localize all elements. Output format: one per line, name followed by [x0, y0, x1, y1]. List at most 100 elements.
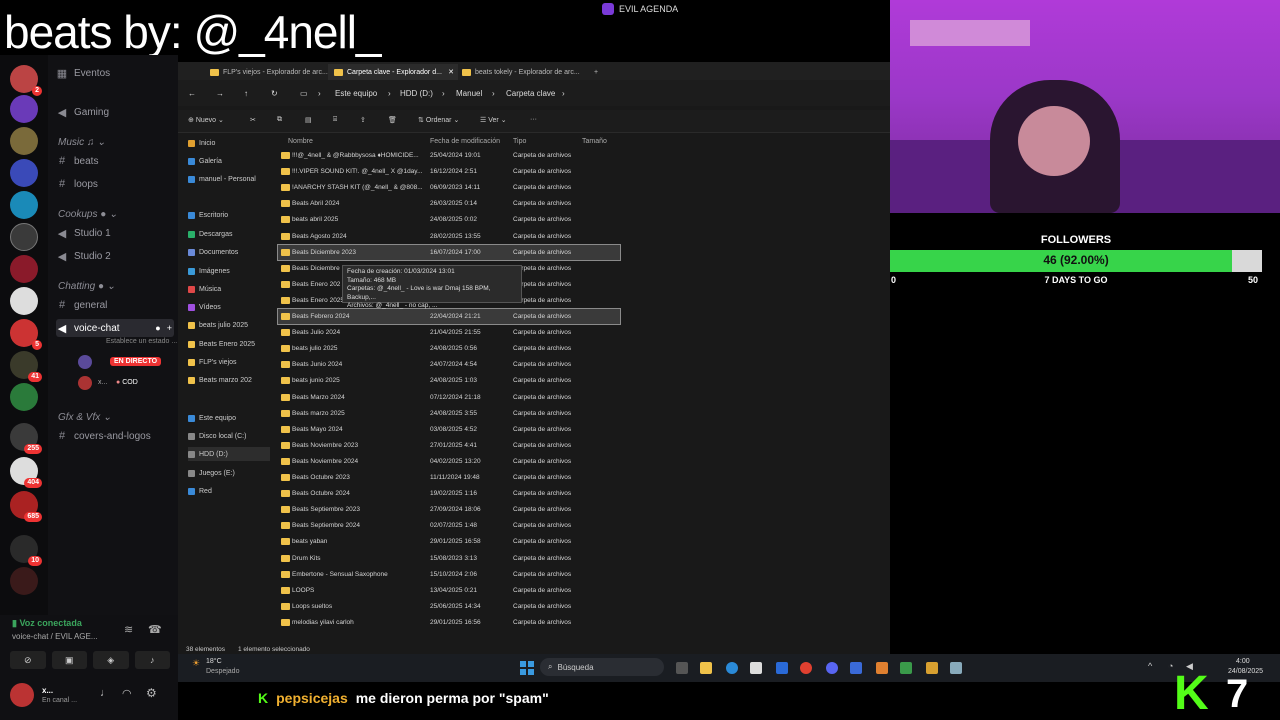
file-row[interactable]: Drum Kits 15/08/2023 3:13 Carpeta de archi…: [278, 551, 620, 566]
nav-item[interactable]: Imágenes: [188, 264, 270, 278]
server-avatar[interactable]: [10, 255, 38, 283]
noise-suppression-icon[interactable]: ≋: [124, 623, 133, 636]
channel-eventos[interactable]: ▦ Eventos: [56, 64, 174, 82]
app-icon[interactable]: [926, 662, 938, 674]
settings-gear-icon[interactable]: ⚙: [146, 686, 157, 700]
add-user-icon[interactable]: +: [167, 323, 172, 333]
nav-item[interactable]: Beats marzo 202: [188, 373, 270, 387]
file-row[interactable]: Beats Octubre 2023 11/11/2024 19:48 Carpet…: [278, 470, 620, 485]
file-row[interactable]: Beats marzo 2025 24/08/2025 3:55 Carpeta d…: [278, 406, 620, 421]
file-row[interactable]: Beats Julio 2024 21/04/2025 21:55 Carpeta …: [278, 325, 620, 340]
channel-general[interactable]: # general: [56, 296, 174, 314]
headphones-icon[interactable]: ◠: [122, 687, 132, 700]
delete-icon[interactable]: 🗑: [388, 116, 397, 124]
file-row[interactable]: Beats Octubre 2024 19/02/2025 1:16 Carpeta…: [278, 486, 620, 501]
channel-loops[interactable]: # loops: [56, 175, 174, 193]
cut-icon[interactable]: ✂: [250, 116, 256, 124]
file-row[interactable]: Loops sueltos 25/06/2025 14:34 Carpeta de …: [278, 599, 620, 614]
breadcrumb-item[interactable]: Este equipo: [335, 89, 377, 98]
file-explorer-icon[interactable]: [700, 662, 712, 674]
server-avatar[interactable]: 10: [10, 535, 42, 566]
server-avatar[interactable]: 5: [10, 319, 42, 350]
taskbar-search[interactable]: ⌕ Búsqueda: [540, 658, 664, 676]
column-name[interactable]: Nombre: [288, 138, 313, 145]
voice-channel-path[interactable]: voice-chat / EVIL AGE...: [12, 632, 98, 641]
server-avatar[interactable]: [10, 95, 38, 123]
nav-item[interactable]: Juegos (E:): [188, 466, 270, 480]
server-avatar[interactable]: 255: [10, 423, 42, 454]
column-size[interactable]: Tamaño: [582, 138, 607, 145]
channel-studio-2[interactable]: ◀ Studio 2: [56, 247, 174, 265]
category-music[interactable]: Music ♫ ⌄: [58, 137, 106, 148]
up-arrow-icon[interactable]: ↑: [244, 89, 248, 98]
file-row[interactable]: beats yaban 29/01/2025 16:58 Carpeta de ar…: [278, 534, 620, 549]
breadcrumb-item[interactable]: Carpeta clave: [506, 89, 555, 98]
server-avatar[interactable]: 685: [10, 491, 42, 522]
file-row[interactable]: LOOPS 13/04/2025 0:21 Carpeta de archivos: [278, 583, 620, 598]
file-row[interactable]: Beats Septiembre 2023 27/09/2024 18:06 Car…: [278, 502, 620, 517]
file-row[interactable]: Beats Marzo 2024 07/12/2024 21:18 Carpeta …: [278, 390, 620, 405]
server-avatar[interactable]: [10, 383, 38, 411]
file-row[interactable]: Beats Diciembre 2023 16/07/2024 17:00 Carp…: [277, 243, 621, 261]
breadcrumb-item[interactable]: Manuel: [456, 89, 482, 98]
chevron-up-icon[interactable]: ^: [1148, 661, 1152, 671]
file-row[interactable]: !!!@_4nell_ & @Rabbbysosa ♦HOMICIDE... 25…: [278, 148, 620, 163]
app-icon[interactable]: [876, 662, 888, 674]
channel-gaming[interactable]: ◀ Gaming: [56, 103, 174, 121]
channel-covers-and-logos[interactable]: # covers-and-logos: [56, 427, 174, 445]
file-row[interactable]: Beats Febrero 2024 22/04/2024 21:21 Carpet…: [277, 308, 621, 325]
file-row[interactable]: melodias yilavi carloh 29/01/2025 16:56 Ca…: [278, 615, 620, 630]
nav-item[interactable]: Inicio: [188, 136, 270, 150]
nav-item[interactable]: Disco local (C:): [188, 429, 270, 443]
copy-icon[interactable]: ⧉: [277, 116, 282, 124]
category-chatting[interactable]: Chatting ● ⌄: [58, 281, 115, 292]
nav-item[interactable]: FLP's viejos: [188, 355, 270, 369]
file-row[interactable]: !ANARCHY STASH KIT (@_4nell_ & @808... 06…: [278, 180, 620, 195]
activity-button[interactable]: ◈: [93, 651, 129, 669]
file-row[interactable]: Beats Mayo 2024 03/08/2025 4:52 Carpeta de…: [278, 422, 620, 437]
file-row[interactable]: !!!.VIPER SOUND KIT!. @_4nell_ X @1day..…: [278, 164, 620, 179]
voice-user-avatar[interactable]: [78, 355, 92, 369]
app-icon[interactable]: [850, 662, 862, 674]
chrome-icon[interactable]: [800, 662, 812, 674]
explorer-tab[interactable]: beats tokely - Explorador de arc...: [456, 64, 586, 80]
store-icon[interactable]: [750, 662, 762, 674]
nav-item[interactable]: Descargas: [188, 227, 270, 241]
screen-share-button[interactable]: ▣: [51, 651, 87, 669]
server-avatar[interactable]: 41: [10, 351, 42, 382]
file-row[interactable]: beats junio 2025 24/08/2025 1:03 Carpeta d…: [278, 373, 620, 388]
nav-item[interactable]: Vídeos: [188, 300, 270, 314]
mail-icon[interactable]: [776, 662, 788, 674]
file-row[interactable]: beats julio 2025 24/08/2025 0:56 Carpeta d…: [278, 341, 620, 356]
rename-icon[interactable]: ⌸: [333, 116, 337, 124]
refresh-icon[interactable]: ↻: [271, 89, 278, 98]
more-options-icon[interactable]: ···: [530, 116, 537, 123]
file-row[interactable]: beats abril 2025 24/08/2025 0:02 Carpeta d…: [278, 212, 620, 227]
nav-item[interactable]: manuel - Personal: [188, 172, 270, 186]
server-avatar[interactable]: [10, 159, 38, 187]
camera-off-button[interactable]: ⊘: [10, 651, 46, 669]
server-avatar[interactable]: 404: [10, 457, 42, 488]
weather-temp[interactable]: 18°C: [206, 658, 222, 665]
start-button[interactable]: [520, 661, 534, 675]
discord-icon[interactable]: [826, 662, 838, 674]
file-row[interactable]: Beats Agosto 2024 28/02/2025 13:55 Carpeta…: [278, 229, 620, 244]
channel-beats[interactable]: # beats: [56, 152, 174, 170]
nav-item[interactable]: HDD (D:): [188, 447, 270, 461]
forward-arrow-icon[interactable]: →: [216, 89, 224, 98]
new-tab-button[interactable]: +: [588, 64, 610, 80]
nav-item[interactable]: beats julio 2025: [188, 318, 270, 332]
disconnect-icon[interactable]: ☎: [148, 623, 162, 636]
explorer-tab-active[interactable]: Carpeta clave - Explorador d... ✕: [328, 64, 458, 80]
view-button[interactable]: ☰ Ver ⌄: [480, 116, 507, 124]
chat-bubble-icon[interactable]: ●: [155, 323, 160, 333]
nav-item[interactable]: Música: [188, 282, 270, 296]
channel-voice-chat[interactable]: ◀ voice-chat ● +: [56, 319, 174, 337]
nav-item[interactable]: Red: [188, 484, 270, 498]
breadcrumb-item[interactable]: HDD (D:): [400, 89, 433, 98]
close-icon[interactable]: ✕: [448, 68, 454, 76]
server-avatar[interactable]: [10, 223, 38, 251]
nav-item[interactable]: Escritorio: [188, 208, 270, 222]
file-row[interactable]: Beats Junio 2024 24/07/2024 4:54 Carpeta d…: [278, 357, 620, 372]
paste-icon[interactable]: ▤: [305, 116, 312, 124]
